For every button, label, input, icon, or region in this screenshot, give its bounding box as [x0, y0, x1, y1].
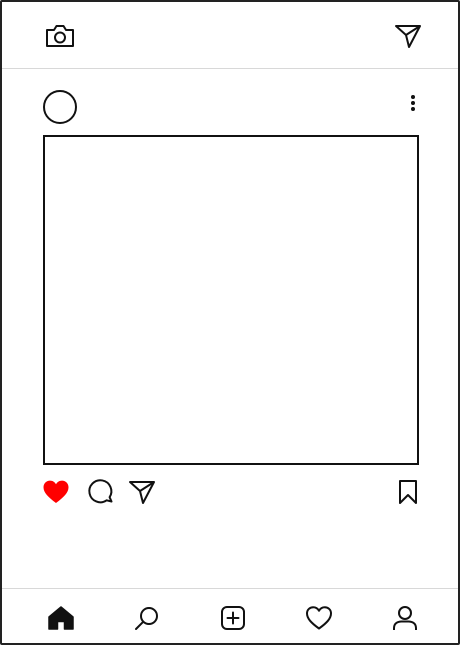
- more-vertical-icon[interactable]: [408, 93, 418, 113]
- comment-icon[interactable]: [87, 478, 115, 506]
- send-direct-icon[interactable]: [394, 22, 422, 50]
- add-post-icon[interactable]: [219, 604, 247, 632]
- camera-icon[interactable]: [44, 22, 76, 50]
- post-image[interactable]: [43, 135, 419, 465]
- share-send-icon[interactable]: [128, 479, 156, 505]
- profile-icon[interactable]: [391, 604, 419, 632]
- bookmark-icon[interactable]: [396, 479, 420, 505]
- post-avatar[interactable]: [43, 90, 77, 124]
- heart-filled-icon[interactable]: [42, 479, 70, 505]
- home-icon[interactable]: [47, 605, 75, 631]
- activity-heart-icon[interactable]: [305, 605, 333, 631]
- search-icon[interactable]: [133, 604, 161, 632]
- phone-frame: [0, 0, 460, 645]
- top-bar: [2, 2, 458, 69]
- bottom-nav: [2, 588, 458, 643]
